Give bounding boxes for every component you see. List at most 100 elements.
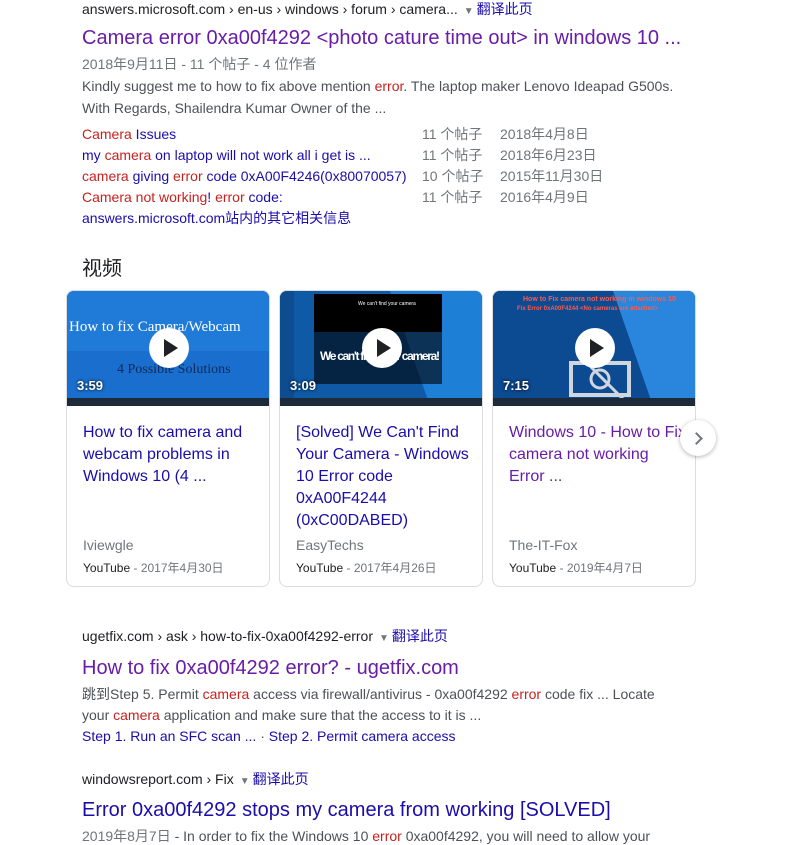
video-platform: YouTube [83,561,131,575]
sub-link-text[interactable]: my [82,147,105,163]
sub-link-emphasis[interactable]: camera [82,168,129,184]
sub-result-row[interactable]: Camera Issues 11 个帖子 2018年4月8日 [82,124,702,145]
dropdown-arrow-icon[interactable]: ▼ [240,776,250,787]
video-duration: 7:15 [503,378,530,393]
cite-url[interactable]: answers.microsoft.com › en-us › windows … [82,1,458,17]
video-platform: YouTube [509,561,557,575]
result-date-text: 2019年8月7日 [82,828,171,844]
snippet-text-line2: With Regards, Shailendra Kumar Owner of … [82,100,387,116]
translate-link[interactable]: 翻译此页 [477,1,533,17]
snippet-text: . The laptop maker Lenovo Ideapad G500s. [403,78,674,94]
snippet-text: 0xa00f4292, you will need to allow your [401,828,651,844]
play-icon[interactable] [575,328,615,368]
snippet-emphasis: error [511,686,542,702]
video-title-link[interactable]: [Solved] We Can't Find Your Camera - Win… [296,422,474,532]
video-meta: YouTube - 2017年4月26日 [296,559,437,576]
carousel-next-button[interactable] [680,420,716,456]
sub-link-text[interactable]: giving [129,168,173,184]
translate-link[interactable]: 翻译此页 [253,771,309,787]
sub-link-emphasis[interactable]: error [215,189,245,205]
sitelink-step2[interactable]: Step 2. Permit camera access [269,728,456,744]
taskbar-graphic [493,398,695,406]
snippet-text: access via firewall/antivirus [249,686,423,702]
snippet-text: - In order to fix the Windows 10 [170,828,373,844]
play-icon[interactable] [149,328,189,368]
thumbnail-caption: We can't find your camera [358,301,416,307]
search-result-ugetfix: ugetfix.com › ask › how-to-fix-0xa00f429… [82,627,702,747]
sub-results-table: Camera Issues 11 个帖子 2018年4月8日 my camera… [82,124,702,229]
video-source: The-IT-Fox [509,537,578,553]
sub-link-emphasis[interactable]: error [173,168,203,184]
cite-url[interactable]: ugetfix.com › ask › how-to-fix-0xa00f429… [82,628,373,644]
result-snippet: 2019年8月7日 - In order to fix the Windows … [82,825,702,845]
dropdown-arrow-icon[interactable]: ▼ [464,6,474,17]
video-meta: YouTube - 2017年4月30日 [83,559,224,576]
snippet-text: code fix ... Locate [541,686,655,702]
sub-link-text[interactable]: code: [245,189,283,205]
sub-link-emphasis[interactable]: Camera not working [82,189,207,205]
snippet-emphasis: error [372,828,402,844]
sub-post-count: 10 个帖子 [422,168,484,184]
sub-result-row[interactable]: my camera on laptop will not work all i … [82,145,702,166]
video-duration: 3:59 [77,378,104,393]
sub-date: 2018年6月23日 [500,147,597,163]
sub-link-emphasis[interactable]: Camera [82,126,132,142]
search-result-microsoft: answers.microsoft.com › en-us › windows … [82,0,702,229]
video-source: Iviewgle [83,537,134,553]
video-title-link[interactable]: How to fix camera and webcam problems in… [83,422,261,488]
thumbnail-caption: How to Fix camera not working in windows… [523,296,676,303]
play-icon[interactable] [362,328,402,368]
result-title-link[interactable]: Camera error 0xa00f4292 <photo cature ti… [82,25,702,51]
video-card[interactable]: How to fix Camera/Webcam 4 Possible Solu… [66,290,270,587]
videos-heading: 视频 [82,258,122,280]
taskbar-graphic [67,398,269,406]
translate-link[interactable]: 翻译此页 [392,628,448,644]
snippet-emphasis: camera [202,686,250,702]
result-date: 2018年9月11日 - 11 个帖子 - 4 位作者 [82,53,702,75]
video-thumbnail[interactable]: How to Fix camera not working in windows… [493,291,695,406]
snippet-text: your [82,707,114,723]
video-thumbnail[interactable]: We can't find your camera We can't find … [280,291,482,406]
snippet-emphasis: camera [113,707,160,723]
video-date: - 2017年4月30日 [130,561,224,575]
sub-post-count: 11 个帖子 [422,189,483,205]
more-results-row[interactable]: answers.microsoft.com站内的其它相关信息 [82,208,702,229]
result-snippet: 跳到Step 5. Permit camera access via firew… [82,684,702,747]
video-card[interactable]: We can't find your camera We can't find … [279,290,483,587]
cite-url[interactable]: windowsreport.com › Fix [82,771,234,787]
video-date: - 2017年4月26日 [343,561,437,575]
sub-result-row[interactable]: Camera not working! error code: 11 个帖子 2… [82,187,702,208]
taskbar-graphic [280,398,482,406]
sub-link-text[interactable]: on laptop will not work all i get is ... [151,147,371,163]
video-source: EasyTechs [296,537,364,553]
sub-link-emphasis[interactable]: camera [105,147,152,163]
sub-date: 2016年4月9日 [500,189,589,205]
video-platform: YouTube [296,561,344,575]
sitelink-step1[interactable]: Step 1. Run an SFC scan ... [82,728,256,744]
video-thumbnail[interactable]: How to fix Camera/Webcam 4 Possible Solu… [67,291,269,406]
result-cite[interactable]: answers.microsoft.com › en-us › windows … [82,0,702,21]
snippet-text: - 0xa00f4292 [422,686,512,702]
video-duration: 3:09 [290,378,317,393]
thumbnail-caption: Fix Error 0xA00F4244 <No cameras are att… [517,306,659,312]
sub-link-text[interactable]: Issues [132,126,176,142]
snippet-text: Kindly suggest me to how to fix above me… [82,78,375,94]
more-results-link[interactable]: answers.microsoft.com站内的其它相关信息 [82,208,351,229]
sub-link-text[interactable]: code 0xA00F4246(0x80070057) [203,168,406,184]
video-date: - 2019年4月7日 [556,561,643,575]
result-cite[interactable]: ugetfix.com › ask › how-to-fix-0xa00f429… [82,627,702,648]
dropdown-arrow-icon[interactable]: ▼ [379,633,389,644]
video-title-link[interactable]: Windows 10 - How to Fix camera not worki… [509,422,687,488]
video-meta: YouTube - 2019年4月7日 [509,559,643,576]
snippet-text: 跳到Step 5. Permit [82,686,203,702]
sub-date: 2015年11月30日 [500,168,604,184]
result-date-text: 2018年9月11日 - 11 个帖子 - 4 位作者 [82,56,317,72]
sub-result-row[interactable]: camera giving error code 0xA00F4246(0x80… [82,166,702,187]
result-cite[interactable]: windowsreport.com › Fix ▼ 翻译此页 [82,770,702,791]
snippet-emphasis: error [374,78,404,94]
result-title-link[interactable]: How to fix 0xa00f4292 error? - ugetfix.c… [82,655,702,681]
video-card[interactable]: How to Fix camera not working in windows… [492,290,696,587]
result-title-link[interactable]: Error 0xa00f4292 stops my camera from wo… [82,797,702,823]
sub-link-text[interactable]: ! [207,189,215,205]
sub-post-count: 11 个帖子 [422,147,483,163]
